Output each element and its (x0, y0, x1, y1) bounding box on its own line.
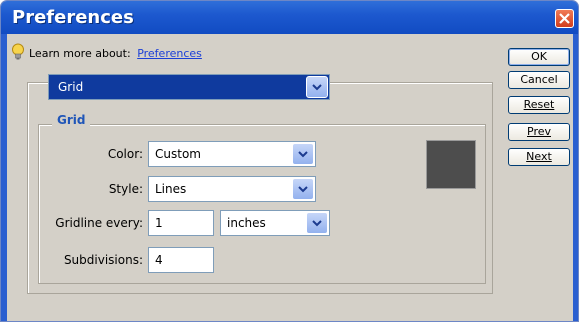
learn-more-row: Learn more about: Preferences (29, 47, 202, 60)
learn-more-label: Learn more about: (29, 47, 131, 60)
subdivisions-input[interactable]: 4 (148, 247, 214, 273)
unit-dropdown-button[interactable] (306, 212, 328, 234)
gridline-unit-value: inches (227, 216, 266, 230)
next-button[interactable]: Next (508, 148, 570, 166)
color-select[interactable]: Custom (148, 141, 316, 167)
color-label: Color: (107, 147, 143, 161)
window-frame-right (573, 34, 578, 321)
cancel-button[interactable]: Cancel (508, 71, 570, 89)
cancel-button-label: Cancel (520, 73, 558, 86)
prev-button[interactable]: Prev (508, 123, 570, 141)
style-label: Style: (108, 182, 143, 196)
chevron-down-icon (298, 151, 308, 158)
reset-button-label: Reset (523, 98, 555, 111)
grid-color-swatch[interactable] (426, 140, 476, 189)
gridline-every-value: 1 (155, 216, 163, 230)
section-dropdown-button[interactable] (306, 76, 328, 98)
style-select-value: Lines (155, 182, 187, 196)
ok-button[interactable]: OK (508, 48, 570, 66)
color-dropdown-button[interactable] (292, 143, 314, 165)
lightbulb-icon (12, 43, 24, 60)
chevron-down-icon (312, 84, 322, 91)
chevron-down-icon (298, 186, 308, 193)
style-dropdown-button[interactable] (292, 178, 314, 200)
preferences-help-link[interactable]: Preferences (137, 47, 202, 60)
style-select[interactable]: Lines (148, 176, 316, 202)
title-bar[interactable]: Preferences (1, 1, 578, 34)
window-frame-left (1, 34, 7, 321)
close-button[interactable] (555, 9, 574, 28)
gridline-unit-select[interactable]: inches (220, 210, 330, 236)
reset-button[interactable]: Reset (508, 96, 570, 114)
section-select[interactable]: Grid (48, 74, 330, 100)
color-select-value: Custom (155, 147, 201, 161)
next-button-label: Next (526, 150, 552, 163)
preferences-dialog: Preferences Learn more about: Preference… (0, 0, 579, 322)
subdivisions-label: Subdivisions: (63, 253, 143, 267)
gridline-every-input[interactable]: 1 (148, 210, 214, 236)
grid-group-legend: Grid (52, 113, 91, 127)
close-icon (559, 13, 570, 24)
prev-button-label: Prev (527, 125, 551, 138)
subdivisions-value: 4 (155, 253, 163, 267)
gridline-every-label: Gridline every: (55, 216, 143, 230)
ok-button-label: OK (531, 50, 547, 63)
dialog-title: Preferences (12, 7, 134, 28)
section-select-value: Grid (58, 80, 84, 94)
chevron-down-icon (312, 220, 322, 227)
